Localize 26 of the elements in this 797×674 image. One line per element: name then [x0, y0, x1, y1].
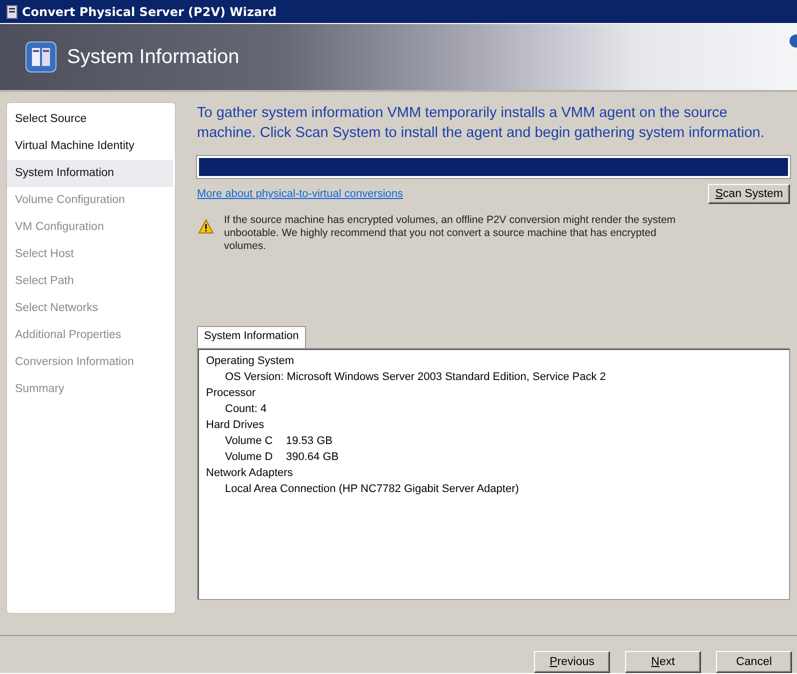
tree-item[interactable]: Hard Drives	[206, 417, 264, 433]
tree-item[interactable]: Volume D	[225, 449, 286, 465]
wizard-button[interactable]: Previous	[534, 651, 610, 673]
tree-item[interactable]: OS Version: Microsoft Windows Server 2003 Standard Edition, Service Pack 2	[225, 369, 606, 385]
tree-item[interactable]: Operating System	[206, 353, 294, 369]
server-icon	[25, 41, 57, 73]
step-item[interactable]: System Information	[7, 160, 173, 187]
warning-icon	[198, 219, 214, 234]
step-item[interactable]: Virtual Machine Identity	[7, 133, 175, 160]
tree-item[interactable]: Local Area Connection (HP NC7782 Gigabit Server Adapter)	[225, 481, 519, 497]
tree-value: 390.64 GB	[286, 450, 339, 465]
wizard-button[interactable]: Next	[625, 651, 701, 673]
intro-text: To gather system information VMM temporarily installs a VMM agent on the source machine. Click Scan System to install the agent and begin gathering system information.	[197, 104, 766, 143]
tree-item[interactable]: Network Adapters	[206, 465, 293, 481]
tree-item[interactable]: Processor	[206, 385, 256, 401]
tree-item[interactable]: Volume C	[225, 433, 286, 449]
step-item[interactable]: Select Source	[7, 106, 175, 133]
page-title: System Information	[67, 46, 240, 68]
tree-value: 19.53 GB	[286, 434, 332, 449]
window-title: Convert Physical Server (P2V) Wizard	[22, 4, 277, 18]
wizard-button[interactable]: Cancel	[716, 651, 792, 673]
scan-system-button[interactable]: Scan System	[708, 184, 790, 204]
app-icon	[6, 4, 18, 18]
tab[interactable]: System Information	[197, 326, 306, 348]
tree-item[interactable]: Count: 4	[225, 401, 267, 417]
warning-text: If the source machine has encrypted volumes, an offline P2V conversion might render the system unbootable. We highly recommend that you not convert a source machine that has encrypted volumes.	[224, 214, 677, 253]
